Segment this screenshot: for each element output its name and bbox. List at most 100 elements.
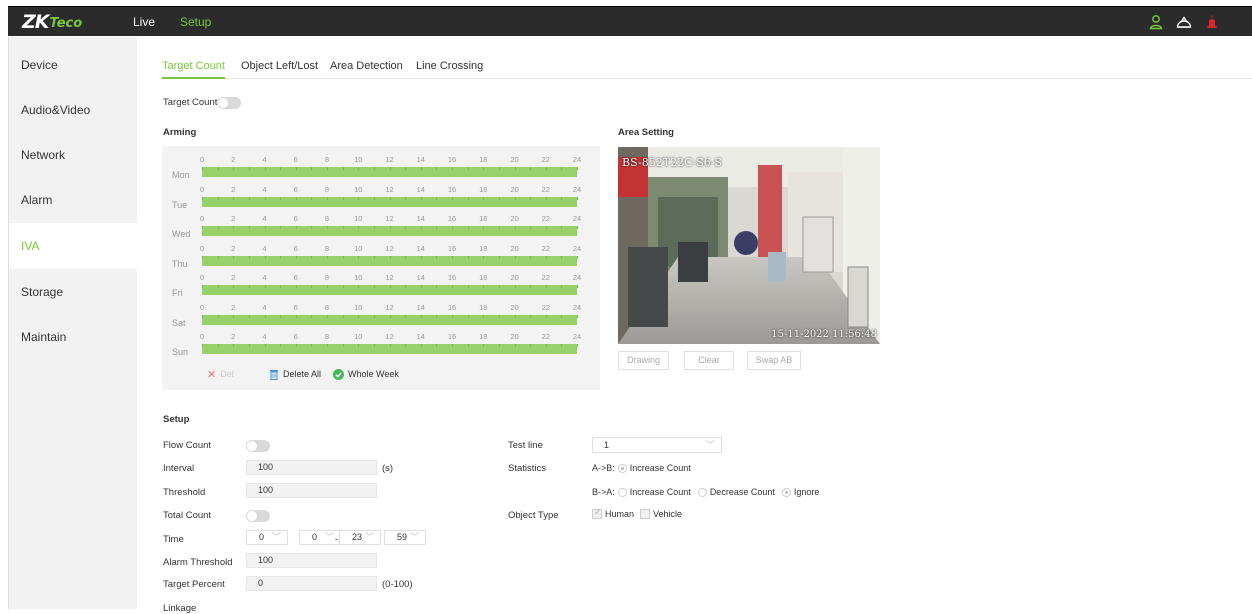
time-end-hour-value: 23 (352, 532, 363, 542)
hour-label: 16 (447, 155, 457, 164)
time-start-hour-select[interactable]: 0 ﹀ (246, 530, 288, 545)
hour-tick (264, 196, 266, 200)
target-count-toggle[interactable] (217, 97, 241, 109)
sidebar-item-iva[interactable]: IVA (9, 223, 138, 269)
chevron-down-icon: ﹀ (364, 532, 374, 542)
camera-preview[interactable]: BS-852T22C-S6-S 15-11-2022 11:56:48 (618, 147, 880, 344)
alarm-icon[interactable] (1204, 14, 1220, 30)
hour-tick (436, 167, 438, 170)
time-end-minute-select[interactable]: 59 ﹀ (384, 530, 426, 545)
hour-label: 12 (385, 184, 394, 194)
hour-tick (373, 196, 375, 200)
hour-label: 10 (354, 214, 363, 223)
hour-label: 18 (479, 302, 488, 312)
hour-tick (452, 226, 453, 229)
delete-all-label: Delete All (283, 369, 322, 379)
hour-label: 10 (354, 155, 363, 164)
hour-label: 2 (231, 184, 236, 194)
sidebar-item-device[interactable]: Device (9, 42, 138, 88)
sidebar-item-audio-video[interactable]: Audio&Video (9, 87, 138, 133)
hour-label: 20 (510, 332, 519, 341)
hour-tick (327, 167, 328, 170)
sidebar-item-network[interactable]: Network (9, 132, 138, 178)
target-percent-input[interactable]: 0 (246, 576, 377, 591)
hour-label: 16 (447, 243, 457, 253)
hour-label: 0 (199, 214, 205, 223)
vehicle-checkbox[interactable] (640, 509, 651, 519)
hour-label: 14 (416, 243, 425, 253)
hour-label: 24 (572, 214, 582, 223)
day-label: Fri (172, 288, 183, 298)
sidebar-item-storage[interactable]: Storage (9, 269, 138, 315)
delete-all-button[interactable]: Delete All (269, 366, 321, 382)
user-icon[interactable] (1148, 14, 1164, 30)
swap-ab-button[interactable]: Swap AB (747, 351, 801, 370)
hour-tick (467, 226, 469, 229)
logo-main: ZK (22, 11, 49, 33)
hour-label: 10 (354, 332, 363, 341)
hour-label: 4 (262, 243, 267, 253)
hour-tick (311, 226, 313, 229)
camera-name-overlay: BS-852T22C-S6-S (622, 156, 722, 169)
hour-tick (280, 226, 282, 229)
nav-setup[interactable]: Setup (180, 15, 211, 29)
hour-label: 16 (447, 184, 457, 194)
ba-ignore-radio[interactable] (781, 487, 791, 497)
time-label: Time (163, 534, 184, 545)
hour-label: 16 (447, 332, 457, 341)
hour-label: 0 (199, 184, 205, 194)
hour-label: 6 (293, 214, 298, 223)
whole-week-button[interactable]: Whole Week (333, 366, 399, 382)
time-end-minute-value: 59 (397, 532, 408, 542)
schedule-row-thu: Thu 0 2 4 6 8 10 12 14 16 18 20 22 24 (162, 244, 600, 273)
hour-tick (358, 196, 360, 200)
interval-input[interactable]: 100 (246, 460, 377, 475)
hour-label: 2 (231, 273, 236, 282)
flow-count-toggle[interactable] (246, 440, 270, 452)
hour-tick (530, 285, 532, 288)
tab-area-detection[interactable]: Area Detection (330, 60, 403, 79)
total-count-toggle[interactable] (246, 510, 270, 522)
human-checkbox[interactable] (592, 507, 602, 519)
tab-object-left-lost[interactable]: Object Left/Lost (241, 60, 318, 79)
hour-label: 2 (231, 302, 236, 312)
hour-tick (498, 344, 500, 347)
hour-tick (373, 226, 375, 229)
hour-label: 12 (385, 302, 394, 312)
drawing-button[interactable]: Drawing (618, 351, 669, 370)
hour-tick (514, 314, 516, 318)
ba-decrease-radio[interactable] (697, 487, 707, 497)
schedule-row-mon: Mon 0 2 4 6 8 10 12 14 16 18 20 22 24 (162, 155, 600, 184)
time-end-hour-select[interactable]: 23 ﹀ (339, 530, 381, 545)
hour-label: 22 (541, 184, 550, 194)
hour-tick (577, 196, 578, 200)
del-button[interactable]: ✕ Del (207, 366, 234, 382)
hour-label: 8 (324, 155, 330, 164)
tab-line-crossing[interactable]: Line Crossing (416, 60, 483, 79)
hour-tick (405, 255, 407, 259)
sidebar-item-maintain[interactable]: Maintain (9, 314, 138, 360)
test-line-select[interactable]: 1 ﹀ (592, 437, 722, 453)
sidebar-item-alarm[interactable]: Alarm (9, 177, 138, 223)
hour-tick (561, 344, 563, 347)
ba-increase-radio[interactable] (617, 487, 627, 497)
nav-live[interactable]: Live (133, 15, 155, 29)
hour-tick (436, 344, 438, 347)
tab-target-count[interactable]: Target Count (162, 60, 225, 79)
cloud-icon[interactable] (1176, 14, 1192, 30)
ab-increase-radio[interactable] (617, 463, 627, 473)
hour-tick (483, 226, 485, 229)
hour-tick (561, 226, 563, 229)
target-percent-range: (0-100) (382, 579, 413, 590)
hour-tick (498, 167, 500, 170)
vehicle-label: Vehicle (653, 509, 683, 519)
hour-tick (545, 344, 547, 347)
threshold-input[interactable]: 100 (246, 483, 377, 498)
hour-tick (389, 314, 391, 318)
hour-label: 0 (199, 155, 205, 164)
clear-button[interactable]: Clear (684, 351, 734, 370)
hour-tick (342, 255, 344, 259)
hour-label: 4 (262, 155, 267, 164)
alarm-threshold-input[interactable]: 100 (246, 553, 377, 568)
hour-tick (498, 226, 500, 229)
